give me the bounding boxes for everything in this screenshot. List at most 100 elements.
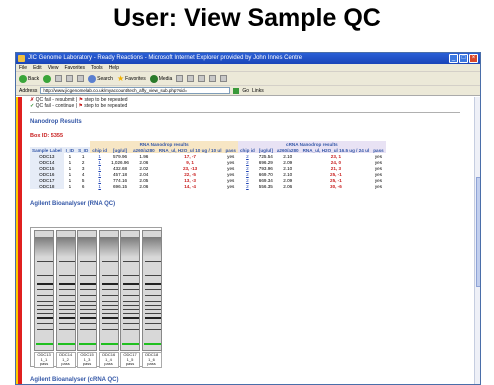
table-cell: 556.35 — [258, 183, 273, 189]
marker-band — [143, 343, 161, 345]
lane-label: ODC18 1_6 pass — [141, 352, 162, 368]
lane-label: ODC16 1_4 pass — [98, 352, 119, 368]
table-cell: 6 — [81, 183, 85, 189]
gel-lane[interactable] — [98, 230, 119, 351]
menu-view[interactable]: View — [48, 64, 59, 71]
refresh-button[interactable] — [66, 75, 74, 82]
column-header: [ug/ul] — [256, 147, 275, 153]
slide-title: User: View Sample QC — [113, 4, 381, 32]
bioanalyser-rna-title: Agilent Bioanalyser (RNA QC) — [30, 201, 116, 207]
address-input[interactable]: http://www.jicgenomelab.co.uk/myaccount/… — [40, 87, 231, 94]
side-stripe — [16, 97, 22, 384]
marker-band — [57, 343, 75, 345]
menu-file[interactable]: File — [19, 64, 27, 71]
table-cell: 696.29 — [258, 159, 273, 165]
column-header: S_ID — [76, 147, 91, 153]
menu-favorites[interactable]: Favorites — [64, 64, 85, 71]
column-header: a260/a280 — [274, 147, 301, 153]
marker-band — [79, 343, 96, 345]
close-button[interactable]: × — [469, 54, 478, 63]
table-cell: 2.06 — [283, 183, 293, 189]
lane-label: ODC14 1_2 pass — [55, 352, 76, 368]
back-button[interactable]: Back — [19, 74, 39, 83]
gel-lane[interactable] — [120, 230, 140, 351]
menu-bar: File Edit View Favorites Tools Help — [16, 64, 480, 72]
column-header: RNA_ul, H2O_ul 16.5 ug / 24 ul — [300, 147, 372, 153]
search-button[interactable]: Search — [88, 74, 113, 83]
column-header: chip id — [90, 147, 110, 153]
page-content: ✗ QC fail - resubmit | ⚑ step to be repe… — [16, 97, 480, 384]
qc-notes: ✗ QC fail - resubmit | ⚑ step to be repe… — [30, 97, 128, 109]
minimize-button[interactable]: _ — [449, 54, 458, 63]
table-cell: 2.06 — [139, 183, 149, 189]
column-header: chip id — [237, 147, 257, 153]
forward-button[interactable] — [43, 74, 52, 83]
discuss-button[interactable] — [220, 75, 228, 82]
lane-label: ODC13 1_1 pass — [34, 352, 54, 368]
window-title: JIC Genome Laboratory - Ready Reactions … — [28, 55, 303, 61]
window-titlebar[interactable]: JIC Genome Laboratory - Ready Reactions … — [16, 53, 480, 64]
search-icon — [88, 74, 97, 83]
column-header: a260/a280 — [130, 147, 157, 153]
gel-lane[interactable] — [34, 230, 54, 351]
divider — [30, 112, 460, 113]
ie-icon — [18, 55, 25, 62]
media-icon — [149, 74, 158, 83]
menu-edit[interactable]: Edit — [33, 64, 42, 71]
mail-button[interactable] — [187, 75, 195, 82]
chip-link[interactable]: 1 — [90, 183, 109, 189]
address-label: Address — [19, 87, 38, 94]
table-cell: 14, -4 — [184, 183, 196, 189]
marker-band — [36, 343, 53, 345]
history-button[interactable] — [176, 75, 184, 82]
table-cell: yes — [227, 183, 235, 189]
table-cell: 725.54 — [258, 153, 273, 159]
menu-help[interactable]: Help — [109, 64, 119, 71]
marker-band — [122, 343, 139, 345]
gel-lane[interactable] — [141, 230, 162, 351]
column-header: RNA_ul, H2O_ul 10 ug / 10 ul — [156, 147, 224, 153]
go-button[interactable]: Go — [242, 88, 249, 94]
gel-lane[interactable] — [55, 230, 76, 351]
address-bar: Address http://www.jicgenomelab.co.uk/my… — [16, 86, 480, 96]
marker-band — [100, 343, 118, 345]
menu-tools[interactable]: Tools — [91, 64, 103, 71]
column-header: pass — [223, 147, 238, 153]
gel-lane[interactable] — [77, 230, 97, 351]
favorites-button[interactable]: ★ Favorites — [117, 74, 146, 83]
lane-label: ODC15 1_3 pass — [77, 352, 97, 368]
nanodrop-table: RNA Nanodrop results cRNA Nanodrop resul… — [30, 141, 386, 189]
lane-label: ODC17 1_5 pass — [120, 352, 140, 368]
gel-image: ODC13 1_1 pass ODC14 1_2 pass ODC15 1_3 pass ODC1… — [30, 227, 162, 368]
table-cell: yes — [374, 183, 383, 189]
links-button[interactable]: Links — [252, 88, 264, 94]
back-arrow-icon — [19, 74, 27, 83]
table-cell: 669.34 — [258, 177, 273, 183]
table-cell: 30, -6 — [330, 183, 342, 189]
edit-button[interactable] — [209, 75, 217, 82]
scroll-thumb[interactable] — [476, 177, 480, 287]
table-row: ODC18 1 6 1 696.15 2.06 14, -4 yes 2 556.35 2.06 30… — [30, 183, 386, 189]
vertical-scrollbar[interactable] — [474, 97, 480, 384]
table-cell: 696.15 — [113, 183, 128, 189]
column-header: Sample Label — [30, 147, 64, 153]
browser-window: JIC Genome Laboratory - Ready Reactions … — [15, 52, 481, 385]
chip-link[interactable]: 2 — [238, 183, 257, 189]
section-title: Nanodrop Results — [30, 119, 82, 125]
table-cell: ODC18 — [30, 183, 64, 189]
table-body: ODC13 1 1 1 579.96 1.96 17, -7 yes 2 725.54 2.10 23… — [30, 153, 386, 189]
star-icon: ★ — [116, 74, 125, 83]
check-icon: ✓ — [30, 103, 35, 109]
home-button[interactable] — [77, 75, 85, 82]
toolbar: Back Search ★ Favorites Media — [16, 72, 480, 86]
stop-button[interactable] — [55, 75, 63, 82]
go-icon[interactable] — [233, 87, 240, 94]
maximize-button[interactable]: □ — [459, 54, 468, 63]
table-cell: 1,026.96 — [111, 159, 129, 165]
media-button[interactable]: Media — [149, 74, 172, 83]
table-cell: 1 — [68, 183, 72, 189]
table-header-row: Sample Label I_ID S_ID chip id [ug/ul] a260/a… — [30, 147, 386, 153]
print-button[interactable] — [198, 75, 206, 82]
box-id: Box ID: 5355 — [30, 133, 64, 139]
column-header: pass — [371, 147, 386, 153]
